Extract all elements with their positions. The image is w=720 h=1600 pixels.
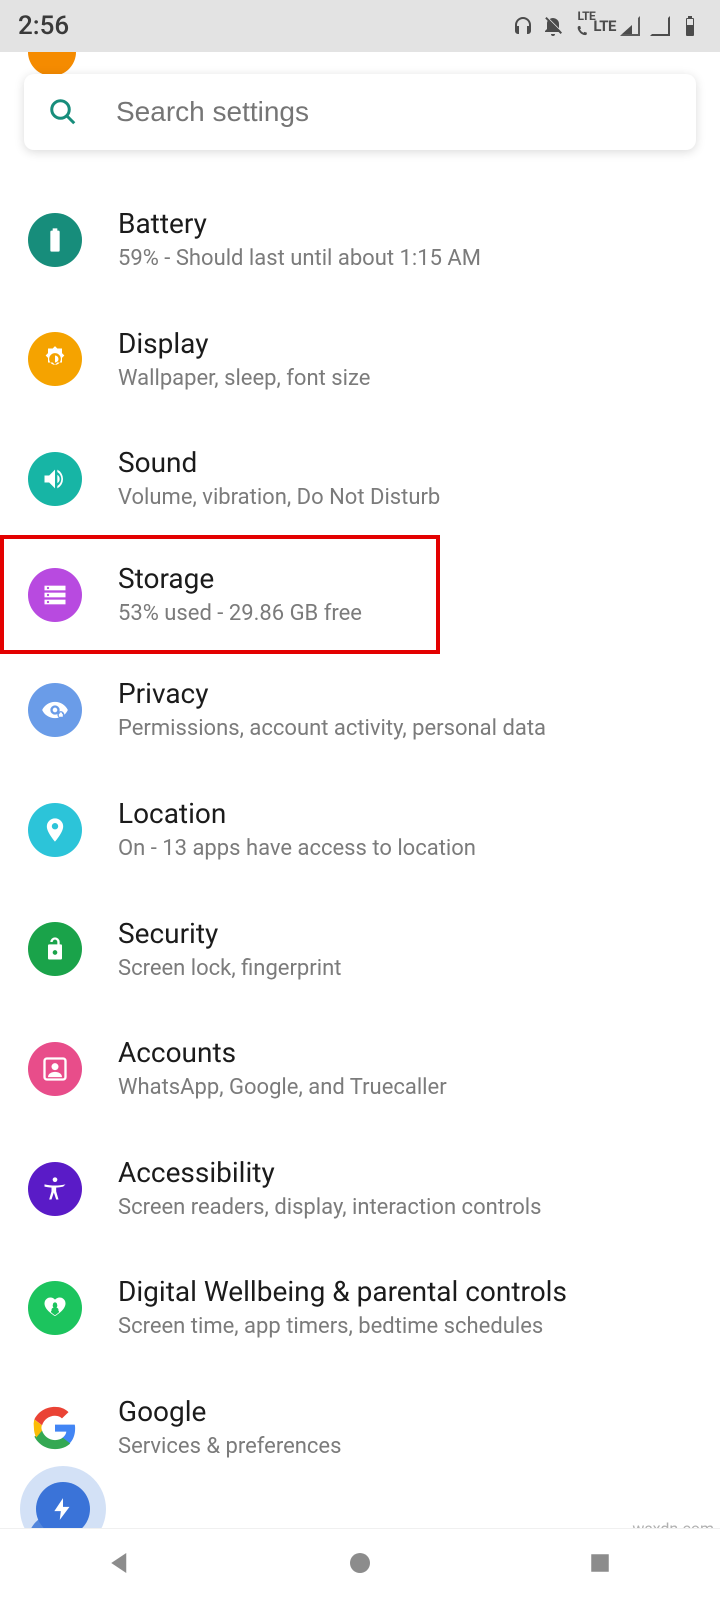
security-icon bbox=[28, 922, 82, 976]
settings-content: Battery 59% - Should last until about 1:… bbox=[0, 52, 720, 1528]
row-title: Display bbox=[118, 326, 692, 361]
accessibility-icon bbox=[28, 1162, 82, 1216]
settings-row-performance[interactable]: Performance optimization bbox=[0, 1488, 720, 1528]
settings-row-security[interactable]: Security Screen lock, fingerprint bbox=[0, 890, 720, 1010]
sound-icon bbox=[28, 452, 82, 506]
row-subtitle: 59% - Should last until about 1:15 AM bbox=[118, 245, 692, 274]
signal-2-icon bbox=[648, 14, 672, 38]
row-subtitle: Screen lock, fingerprint bbox=[118, 955, 692, 984]
row-title: Accessibility bbox=[118, 1155, 692, 1190]
row-title: Battery bbox=[118, 206, 692, 241]
search-input[interactable] bbox=[116, 96, 672, 128]
settings-row-sound[interactable]: Sound Volume, vibration, Do Not Disturb bbox=[0, 419, 720, 539]
row-subtitle: On - 13 apps have access to location bbox=[118, 835, 692, 864]
settings-row-battery[interactable]: Battery 59% - Should last until about 1:… bbox=[0, 180, 720, 300]
settings-row-google[interactable]: Google Services & preferences bbox=[0, 1368, 720, 1488]
settings-row-storage[interactable]: Storage 53% used - 29.86 GB free bbox=[0, 535, 440, 655]
battery-status-icon bbox=[678, 14, 702, 38]
status-icons: LTE LTE bbox=[511, 11, 702, 41]
settings-row-wellbeing[interactable]: Digital Wellbeing & parental controls Sc… bbox=[0, 1248, 720, 1368]
status-bar: 2:56 LTE LTE bbox=[0, 0, 720, 52]
settings-list: Battery 59% - Should last until about 1:… bbox=[0, 180, 720, 1528]
volte-indicator: LTE bbox=[571, 11, 591, 41]
lte-indicator: LTE bbox=[593, 21, 616, 31]
storage-icon bbox=[28, 568, 82, 622]
row-title: Privacy bbox=[118, 676, 692, 711]
dnd-off-icon bbox=[541, 14, 565, 38]
settings-row-privacy[interactable]: Privacy Permissions, account activity, p… bbox=[0, 650, 720, 770]
row-title: Google bbox=[118, 1394, 692, 1429]
nav-home-button[interactable] bbox=[345, 1548, 375, 1582]
navigation-bar bbox=[0, 1528, 720, 1600]
settings-row-location[interactable]: Location On - 13 apps have access to loc… bbox=[0, 770, 720, 890]
nav-back-button[interactable] bbox=[105, 1548, 135, 1582]
row-subtitle: Volume, vibration, Do Not Disturb bbox=[118, 484, 692, 513]
google-icon bbox=[28, 1401, 82, 1455]
account-icon bbox=[28, 1042, 82, 1096]
row-title: Sound bbox=[118, 445, 692, 480]
row-title: Accounts bbox=[118, 1035, 692, 1070]
apps-icon bbox=[28, 52, 76, 76]
row-subtitle: WhatsApp, Google, and Truecaller bbox=[118, 1074, 692, 1103]
row-title: Storage bbox=[118, 561, 412, 596]
settings-row-accounts[interactable]: Accounts WhatsApp, Google, and Truecalle… bbox=[0, 1009, 720, 1129]
location-icon bbox=[28, 803, 82, 857]
search-bar[interactable] bbox=[24, 74, 696, 150]
brightness-icon bbox=[28, 332, 82, 386]
mic-icon bbox=[50, 1496, 76, 1522]
settings-row-display[interactable]: Display Wallpaper, sleep, font size bbox=[0, 300, 720, 420]
settings-row-accessibility[interactable]: Accessibility Screen readers, display, i… bbox=[0, 1129, 720, 1249]
row-subtitle: Permissions, account activity, personal … bbox=[118, 715, 692, 744]
row-subtitle: Screen time, app timers, bedtime schedul… bbox=[118, 1313, 692, 1342]
signal-1-icon bbox=[618, 14, 642, 38]
row-subtitle: 53% used - 29.86 GB free bbox=[118, 600, 412, 629]
row-subtitle: Screen readers, display, interaction con… bbox=[118, 1194, 692, 1223]
eye-icon bbox=[28, 683, 82, 737]
wellbeing-icon bbox=[28, 1281, 82, 1335]
battery-icon bbox=[28, 213, 82, 267]
row-subtitle: Wallpaper, sleep, font size bbox=[118, 365, 692, 394]
row-title: Security bbox=[118, 916, 692, 951]
row-subtitle: Services & preferences bbox=[118, 1433, 692, 1462]
row-title: Location bbox=[118, 796, 692, 831]
row-title: Digital Wellbeing & parental controls bbox=[118, 1274, 692, 1309]
search-icon bbox=[48, 97, 78, 127]
nav-recents-button[interactable] bbox=[585, 1548, 615, 1582]
headphones-icon bbox=[511, 14, 535, 38]
status-time: 2:56 bbox=[18, 11, 69, 41]
